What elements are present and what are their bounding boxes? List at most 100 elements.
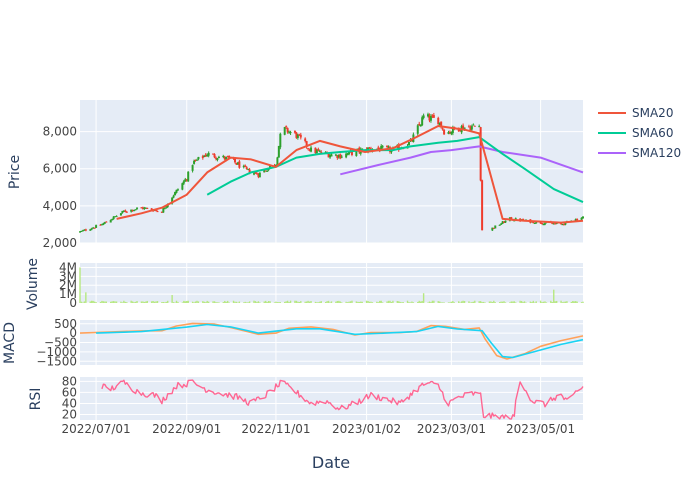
x-axis-title: Date <box>312 453 350 472</box>
volume-bar <box>213 301 216 303</box>
legend-item-sma60[interactable]: SMA60 <box>598 126 673 140</box>
volume-bar <box>161 302 163 303</box>
legend[interactable]: SMA20 SMA60 SMA120 <box>598 106 681 160</box>
candle-body <box>421 117 424 126</box>
candle-body <box>500 223 503 225</box>
volume-bar <box>554 301 556 303</box>
volume-bar <box>365 300 368 303</box>
volume-bar <box>279 302 282 303</box>
volume-bar <box>522 301 524 303</box>
volume-bar <box>550 300 552 303</box>
candle-body <box>473 125 476 127</box>
volume-bar <box>265 300 267 303</box>
volume-y-ticks: 01M2M3M4M <box>59 260 77 310</box>
volume-bar <box>377 302 379 303</box>
volume-bar <box>289 300 292 303</box>
x-tick-label: 2022/11/01 <box>241 422 310 436</box>
volume-bar <box>263 301 265 303</box>
volume-bar <box>561 302 564 303</box>
rsi-y-axis-title: RSI <box>28 388 44 411</box>
volume-bar <box>297 301 299 303</box>
volume-bar <box>202 301 204 303</box>
volume-bar <box>389 300 391 303</box>
candle-body <box>543 223 546 225</box>
legend-item-sma20[interactable]: SMA20 <box>598 106 673 120</box>
x-tick-label: 2023/05/01 <box>506 422 575 436</box>
candle-body <box>293 130 296 133</box>
volume-bar <box>399 301 401 303</box>
volume-bar <box>244 301 246 303</box>
macd-y-ticks: −1500−1000−5000500 <box>36 317 77 369</box>
volume-bar <box>358 301 360 303</box>
volume-bar <box>266 301 268 303</box>
volume-bar <box>304 301 306 303</box>
volume-bar <box>532 300 534 303</box>
volume-bar <box>276 302 279 303</box>
volume-bar <box>257 301 260 303</box>
candle-body <box>472 124 475 126</box>
legend-item-sma120[interactable]: SMA120 <box>598 146 681 160</box>
candlestick <box>339 153 342 160</box>
volume-bar <box>428 301 431 303</box>
volume-bar <box>573 301 575 303</box>
candle-body <box>105 221 108 223</box>
volume-bar <box>360 301 362 303</box>
price-y-tick-label: 2,000 <box>43 236 77 250</box>
volume-bar <box>235 301 238 303</box>
volume-bar <box>234 301 236 303</box>
volume-bar <box>345 301 347 303</box>
volume-bar <box>310 301 312 303</box>
candle-body <box>317 149 320 151</box>
volume-bar <box>482 301 485 303</box>
candlestick <box>481 179 484 231</box>
volume-bar <box>371 302 374 303</box>
volume-bar <box>156 301 159 303</box>
volume-bar <box>212 301 214 303</box>
volume-bar <box>153 301 156 303</box>
volume-bar <box>134 301 137 303</box>
volume-bar <box>278 302 280 303</box>
volume-bar <box>491 301 494 303</box>
candle-body <box>90 228 93 230</box>
volume-bar <box>305 301 308 303</box>
candle-body <box>429 116 432 121</box>
candle-body <box>432 115 435 118</box>
volume-bar <box>490 301 492 303</box>
volume-bar <box>206 300 208 303</box>
volume-bar <box>196 300 198 303</box>
volume-bar <box>437 301 439 303</box>
volume-bar <box>114 301 116 303</box>
candle-body <box>233 158 236 163</box>
volume-bar <box>171 295 173 303</box>
candle-body <box>111 219 114 221</box>
volume-bar <box>519 300 521 303</box>
candle-body <box>245 167 248 169</box>
x-tick-label: 2022/07/01 <box>61 422 130 436</box>
legend-label: SMA120 <box>632 146 681 160</box>
volume-bar <box>104 301 106 303</box>
volume-bar <box>408 302 410 303</box>
x-tick-label: 2023/03/01 <box>417 422 486 436</box>
volume-bar <box>335 301 337 303</box>
volume-bar <box>512 301 514 303</box>
candle-body <box>266 170 269 172</box>
legend-label: SMA60 <box>632 126 673 140</box>
volume-bar <box>177 301 179 303</box>
candle-body <box>172 195 175 198</box>
volume-bar <box>531 302 533 303</box>
volume-bar <box>92 300 94 303</box>
candle-body <box>125 211 128 213</box>
volume-bar <box>115 301 118 303</box>
candle-body <box>504 220 507 223</box>
volume-y-axis-title: Volume <box>25 258 41 310</box>
volume-bar <box>564 301 567 303</box>
volume-bar <box>112 301 115 303</box>
volume-bar <box>295 300 298 303</box>
volume-bar <box>187 300 189 303</box>
volume-bar <box>417 301 419 303</box>
volume-bar <box>574 301 577 303</box>
volume-bar <box>409 302 412 303</box>
volume-bar <box>523 301 526 303</box>
candle-body <box>443 129 446 135</box>
volume-bar <box>90 300 93 303</box>
